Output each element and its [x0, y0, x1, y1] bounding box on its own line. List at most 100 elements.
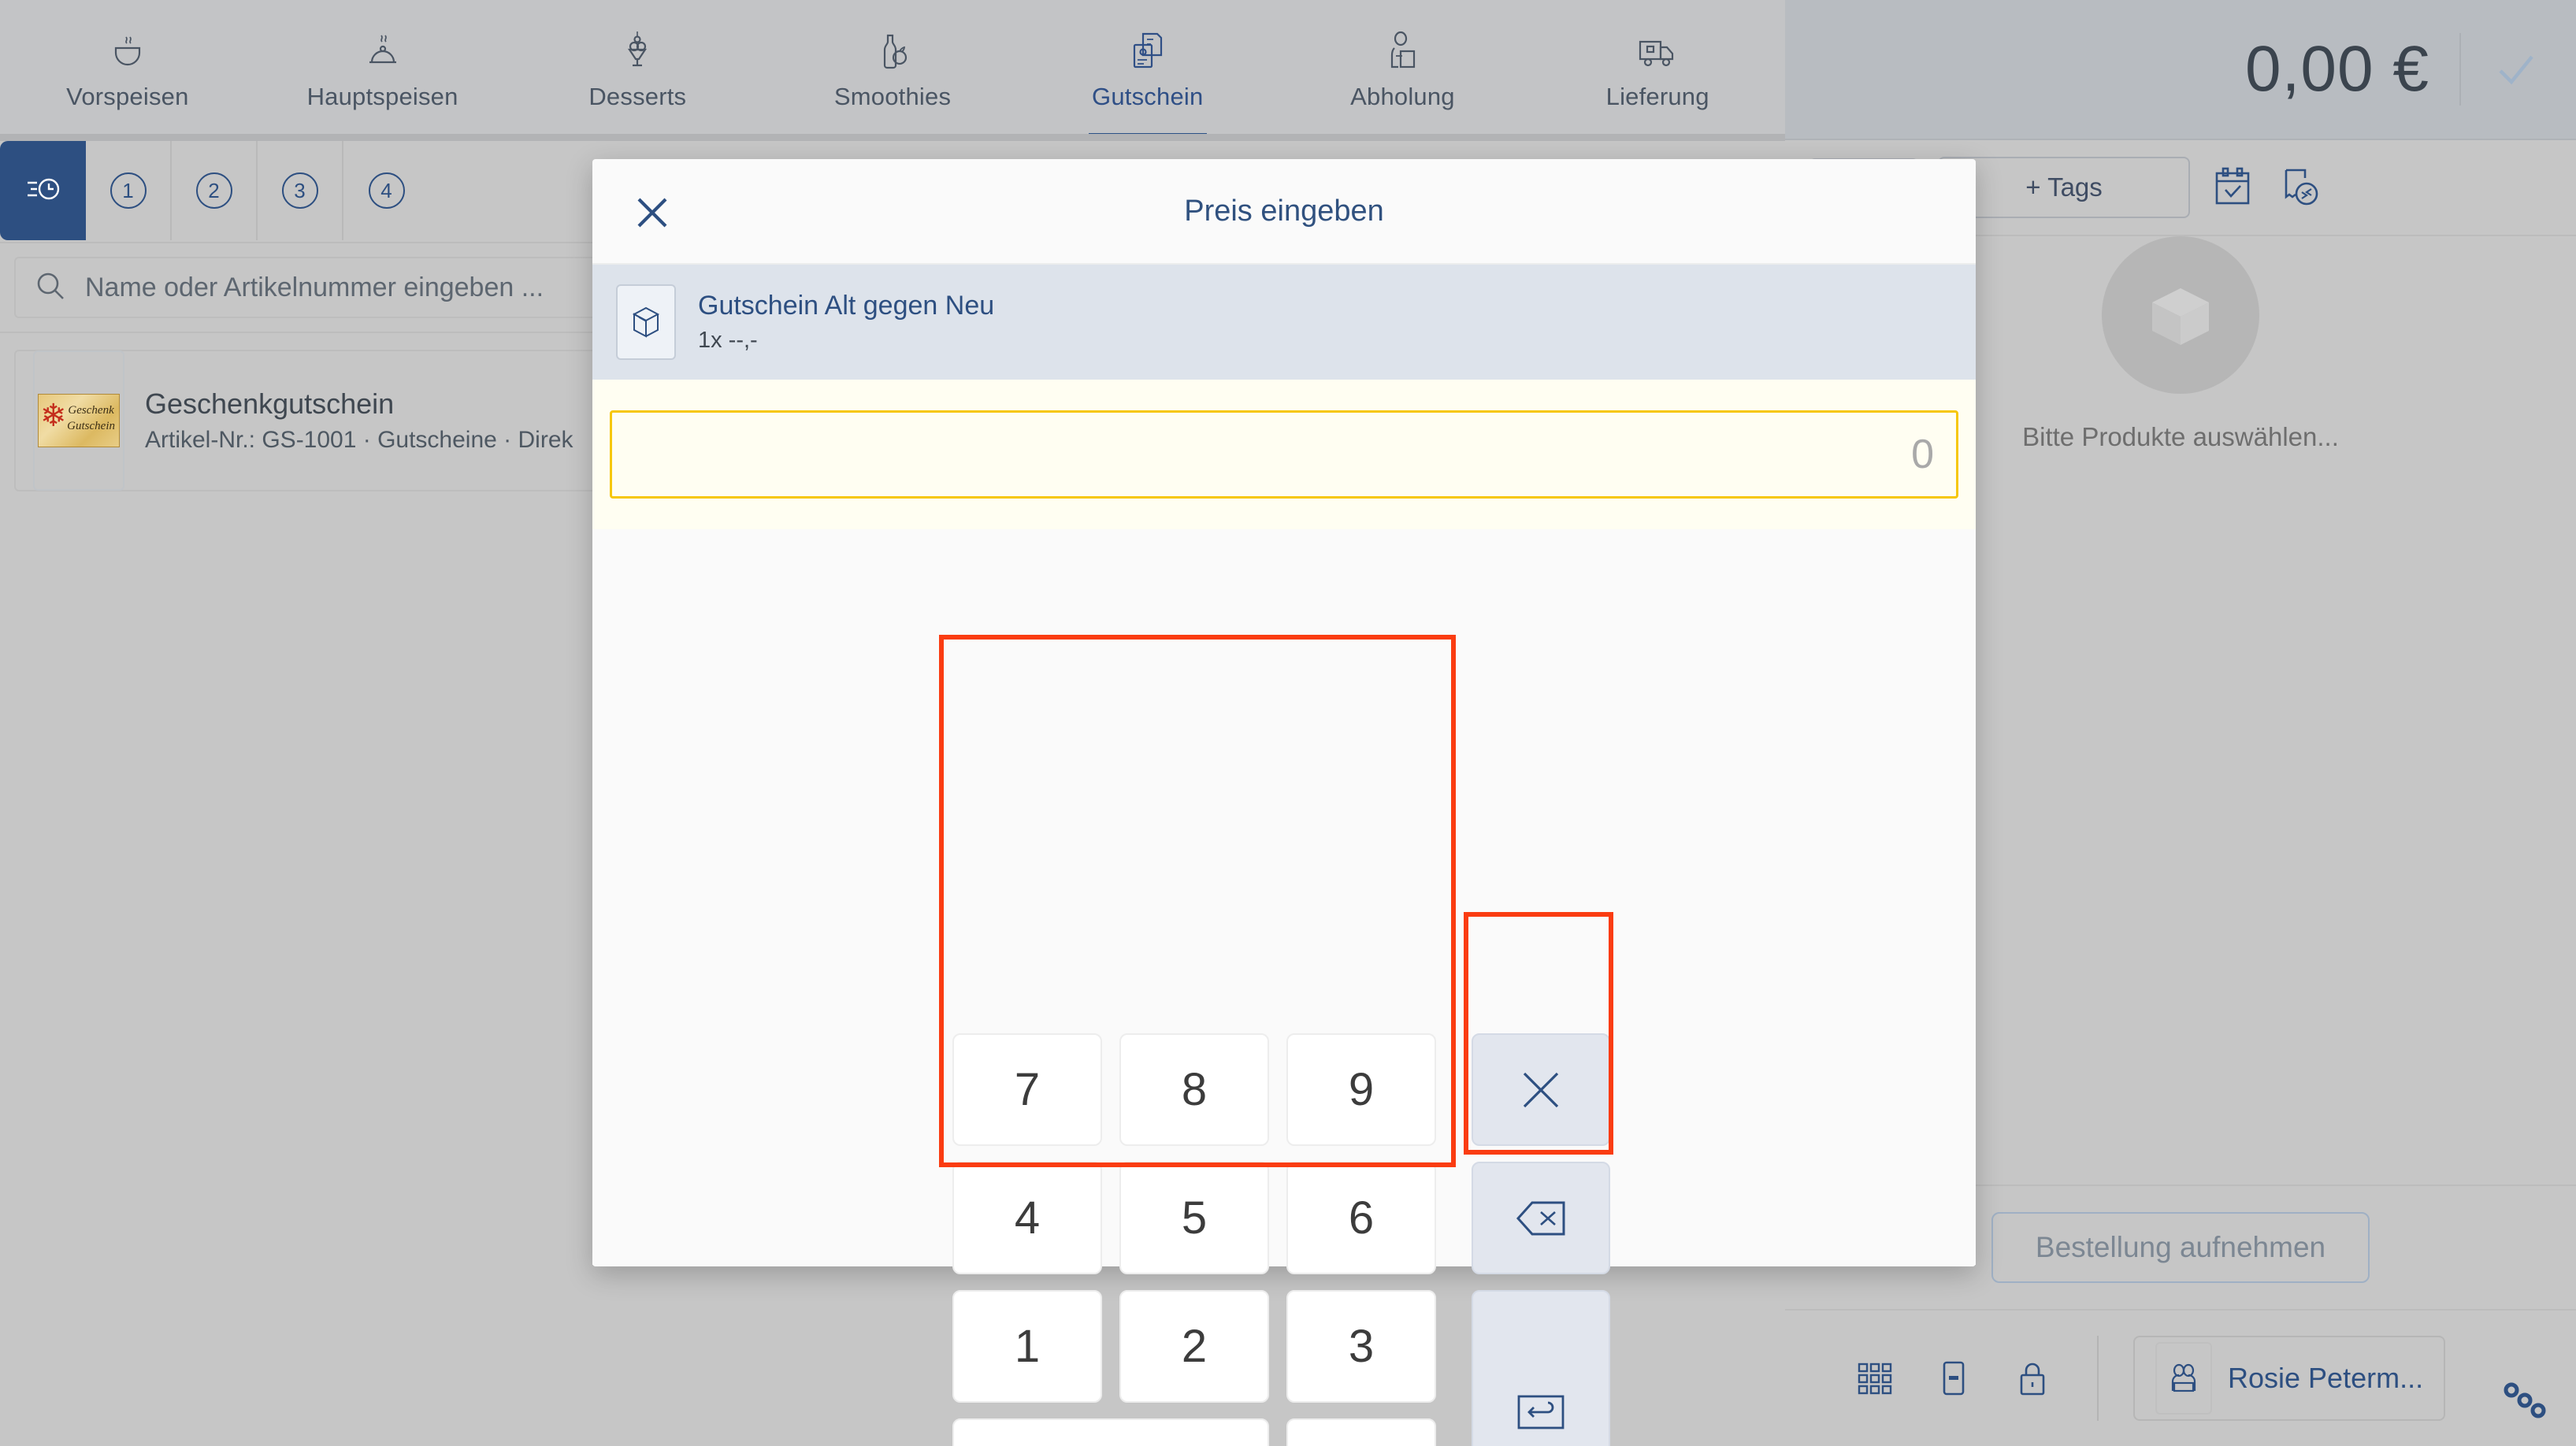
- numpad-backspace-button[interactable]: [1467, 1154, 1615, 1282]
- users-icon: [2155, 1342, 2212, 1414]
- pos-screen: Vorspeisen Hauptspeisen Desserts Smoothi…: [0, 0, 2576, 1446]
- dialog-title: Preis eingeben: [1184, 194, 1384, 228]
- gift-voucher-image: ❄ Geschenk Gutschein: [38, 394, 120, 447]
- numpad-key-4[interactable]: 4: [944, 1154, 1111, 1282]
- three-dots-icon[interactable]: [2491, 1359, 2554, 1426]
- numpad-clear-button[interactable]: [1467, 1025, 1615, 1154]
- numpad-key-label: 7: [952, 1033, 1102, 1146]
- numpad-key-label: 6: [1286, 1162, 1436, 1274]
- order-tab-label: 3: [281, 172, 318, 209]
- delivery-truck-icon: [1635, 29, 1680, 73]
- card-minus-icon[interactable]: [1932, 1356, 1976, 1400]
- lock-icon[interactable]: [2010, 1356, 2054, 1400]
- numpad-key-label: 4: [952, 1162, 1102, 1274]
- numeric-keypad: 7 8 9 4 5 6 1 2 3 0 ,: [944, 1025, 1445, 1446]
- take-order-button[interactable]: Bestellung aufnehmen: [1991, 1212, 2370, 1283]
- category-tab-lieferung[interactable]: Lieferung: [1530, 0, 1785, 140]
- divider: [2459, 33, 2461, 106]
- keypad-grid-icon[interactable]: [1853, 1356, 1897, 1400]
- price-input-zone: 0: [592, 380, 1976, 529]
- numpad-key-comma[interactable]: ,: [1278, 1411, 1445, 1446]
- pickup-person-icon: [1380, 29, 1424, 73]
- numpad-key-7[interactable]: 7: [944, 1025, 1111, 1154]
- category-tab-label: Gutschein: [1092, 83, 1204, 110]
- numpad-key-label: 2: [1119, 1290, 1269, 1403]
- ice-cream-cup-icon: [615, 29, 659, 73]
- numpad-key-label: 9: [1286, 1033, 1436, 1146]
- take-order-label: Bestellung aufnehmen: [2035, 1231, 2326, 1263]
- receipt-return-icon[interactable]: [2275, 164, 2322, 211]
- numpad-key-6[interactable]: 6: [1278, 1154, 1445, 1282]
- numpad-enter-button[interactable]: [1467, 1282, 1615, 1446]
- numpad-key-2[interactable]: 2: [1111, 1282, 1278, 1411]
- category-tab-smoothies[interactable]: Smoothies: [765, 0, 1020, 140]
- order-tab-2[interactable]: 2: [172, 141, 258, 240]
- category-tab-label: Lieferung: [1605, 83, 1709, 110]
- add-tags-label: + Tags: [2025, 172, 2103, 202]
- price-input-placeholder: 0: [1911, 432, 1934, 477]
- order-tab-strip: 1 2 3 4: [0, 141, 429, 240]
- numpad-key-9[interactable]: 9: [1278, 1025, 1445, 1154]
- search-placeholder: Name oder Artikelnummer eingeben ...: [85, 272, 544, 302]
- category-tab-hauptspeisen[interactable]: Hauptspeisen: [255, 0, 510, 140]
- order-tab-recent[interactable]: [0, 141, 86, 240]
- recent-orders-icon: [23, 169, 64, 213]
- category-tab-gutschein[interactable]: Gutschein: [1020, 0, 1275, 140]
- dialog-item-info: Gutschein Alt gegen Neu 1x --,-: [698, 291, 994, 354]
- voucher-thumb-text: Geschenk Gutschein: [67, 404, 115, 432]
- order-tab-3[interactable]: 3: [258, 141, 343, 240]
- price-input[interactable]: 0: [610, 410, 1958, 499]
- numpad-key-label: 0: [952, 1418, 1269, 1446]
- close-icon[interactable]: [616, 176, 689, 249]
- numpad-key-label: 1: [952, 1290, 1102, 1403]
- numpad-key-8[interactable]: 8: [1111, 1025, 1278, 1154]
- enter-return-icon: [1472, 1290, 1610, 1446]
- category-tab-bar: Vorspeisen Hauptspeisen Desserts Smoothi…: [0, 0, 1785, 140]
- cart-total-amount: 0,00 €: [2245, 33, 2429, 105]
- dialog-item-name: Gutschein Alt gegen Neu: [698, 291, 995, 321]
- category-tab-vorspeisen[interactable]: Vorspeisen: [0, 0, 255, 140]
- cart-total-bar: 0,00 €: [1785, 0, 2576, 140]
- dialog-item-quantity: 1x --,-: [698, 328, 758, 353]
- numpad-key-5[interactable]: 5: [1111, 1154, 1278, 1282]
- ribbon-bow-icon: ❄: [40, 399, 67, 433]
- order-tab-label: 1: [109, 172, 147, 209]
- current-user-chip[interactable]: Rosie Peterm...: [2133, 1336, 2446, 1421]
- calendar-check-icon[interactable]: [2209, 164, 2256, 211]
- product-info: Geschenkgutschein Artikel-Nr.: GS-1001 ·…: [145, 387, 573, 454]
- dialog-header: Preis eingeben: [592, 159, 1976, 265]
- backspace-icon: [1472, 1162, 1610, 1274]
- dialog-body: 7 8 9 4 5 6 1 2 3 0 ,: [592, 529, 1976, 1446]
- divider: [2097, 1336, 2099, 1421]
- category-tab-label: Smoothies: [833, 83, 952, 110]
- price-entry-dialog: Preis eingeben Gutschein Alt gegen Neu 1…: [592, 159, 1976, 1446]
- category-tab-label: Vorspeisen: [66, 83, 189, 110]
- cart-empty-label: Bitte Produkte auswählen...: [2022, 422, 2339, 451]
- numpad-key-label: 5: [1119, 1162, 1269, 1274]
- numpad-key-0[interactable]: 0: [944, 1411, 1278, 1446]
- numpad-key-3[interactable]: 3: [1278, 1282, 1445, 1411]
- category-bar-divider: [0, 134, 1785, 141]
- category-tab-desserts[interactable]: Desserts: [510, 0, 765, 140]
- order-tab-4[interactable]: 4: [343, 141, 429, 240]
- cart-footer-bar: Rosie Peterm...: [1785, 1311, 2576, 1446]
- search-icon: [33, 269, 68, 307]
- product-meta: Artikel-Nr.: GS-1001 · Gutscheine · Dire…: [145, 427, 573, 453]
- current-user-name: Rosie Peterm...: [2228, 1362, 2424, 1394]
- numpad-key-label: ,: [1286, 1418, 1436, 1446]
- cube-icon: [2102, 236, 2259, 394]
- numpad-key-1[interactable]: 1: [944, 1282, 1111, 1411]
- add-tags-button[interactable]: + Tags: [1938, 157, 2190, 218]
- order-tab-1[interactable]: 1: [86, 141, 172, 240]
- order-tab-label: 4: [368, 172, 405, 209]
- check-icon[interactable]: [2491, 44, 2541, 95]
- cube-outline-icon: [616, 284, 676, 360]
- dialog-item-row: Gutschein Alt gegen Neu 1x --,-: [592, 265, 1976, 380]
- product-thumbnail: ❄ Geschenk Gutschein: [33, 350, 124, 491]
- category-tab-label: Abholung: [1350, 83, 1455, 110]
- category-tab-label: Desserts: [588, 83, 687, 110]
- product-name: Geschenkgutschein: [145, 387, 395, 420]
- category-tab-label: Hauptspeisen: [306, 83, 458, 110]
- category-tab-abholung[interactable]: Abholung: [1275, 0, 1531, 140]
- soup-bowl-icon: [106, 29, 150, 73]
